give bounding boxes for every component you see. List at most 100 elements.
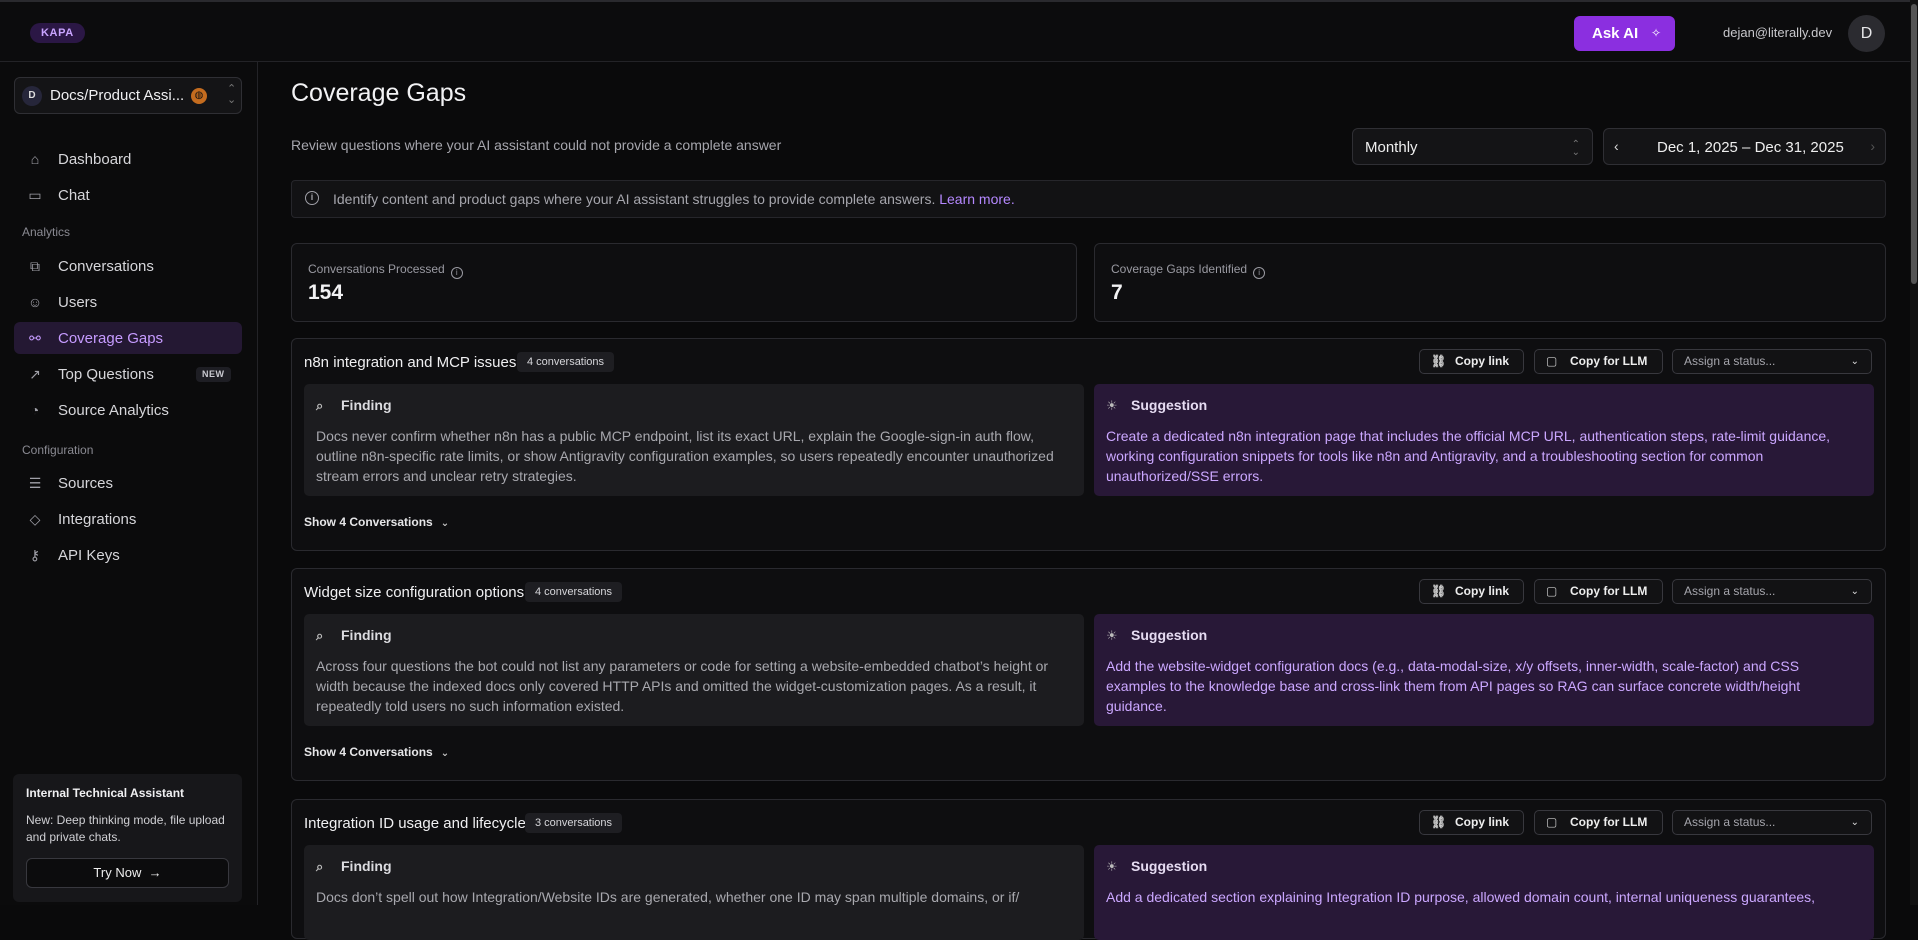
chevron-right-icon[interactable]: › [1870,138,1875,154]
arrow-right-icon: → [144,865,162,880]
stat-card-coverage-gaps: Coverage Gaps Identified i 7 [1094,243,1886,322]
page-title: Coverage Gaps [291,79,467,107]
database-icon: ☰ [28,475,42,491]
sidebar-item-label: Coverage Gaps [58,330,164,347]
promo-card: Internal Technical Assistant New: Deep t… [13,774,242,902]
globe-icon: ◍ [191,88,207,104]
user-avatar[interactable]: D [1848,15,1885,52]
copy-link-button[interactable]: ⛓ Copy link [1419,349,1524,374]
gap-title: Integration ID usage and lifecycle [304,815,526,832]
info-icon: i [305,191,319,205]
kapa-logo[interactable]: KAPA [30,23,85,43]
suggestion-panel: ☀ Suggestion Add the website-widget confi… [1094,614,1874,726]
finding-text: Across four questions the bot could not … [316,658,1049,714]
new-badge: NEW [196,367,231,382]
trending-icon: ↗ [29,366,41,382]
scrollbar-thumb[interactable] [1911,4,1917,284]
gap-card: Integration ID usage and lifecycle 3 con… [291,799,1886,940]
learn-more-link[interactable]: Learn more. [939,191,1014,207]
lightbulb-icon: ☀ [1106,398,1118,413]
date-range-picker[interactable]: ‹ Dec 1, 2025 – Dec 31, 2025 › [1603,128,1886,165]
suggestion-text: Add a dedicated section explaining Integ… [1106,889,1816,905]
pie-chart-icon: ◔ [30,402,40,418]
chevron-down-icon: ⌄ [1850,586,1859,597]
status-select[interactable]: Assign a status... ⌄ [1672,810,1872,835]
gap-card: n8n integration and MCP issues 4 convers… [291,338,1886,551]
clipboard-icon: ▢ [1546,815,1558,829]
info-icon[interactable]: i [1253,267,1266,279]
copy-for-llm-button[interactable]: ▢ Copy for LLM [1534,579,1663,604]
coverage-gaps-icon: ⚯ [29,330,41,346]
clipboard-icon: ▢ [1546,584,1558,598]
sidebar-item-source-analytics[interactable]: ◔ Source Analytics [14,394,242,426]
project-selector[interactable]: D Docs/Product Assi... ◍ ⌃ ⌄ [14,77,242,114]
search-icon: ⌕ [316,398,324,413]
lightbulb-icon: ☀ [1106,628,1118,643]
sidebar-item-label: Chat [58,187,90,204]
copy-link-button[interactable]: ⛓ Copy link [1419,810,1524,835]
sidebar-item-label: API Keys [58,547,120,564]
sidebar-item-coverage-gaps[interactable]: ⚯ Coverage Gaps [14,322,242,354]
sparkle-icon: ✧ [1650,26,1661,40]
link-icon: ⛓ [1431,584,1447,598]
sidebar-item-label: Sources [58,475,114,492]
suggestion-text: Add the website-widget configuration doc… [1106,658,1801,714]
status-select[interactable]: Assign a status... ⌄ [1672,579,1872,604]
plug-icon: ◇ [29,511,41,527]
finding-panel: ⌕ Finding Docs don’t spell out how Integr… [304,845,1084,940]
lightbulb-icon: ☀ [1106,859,1118,874]
link-icon: ⛓ [1431,354,1447,368]
users-icon: ☺ [27,294,43,310]
sidebar-item-users[interactable]: ☺ Users [14,286,242,318]
show-conversations-toggle[interactable]: Show 4 Conversations ⌄ [304,515,449,529]
show-conversations-toggle[interactable]: Show 4 Conversations ⌄ [304,745,449,759]
scrollbar[interactable] [1910,0,1918,905]
section-label-configuration: Configuration [22,443,94,457]
copy-link-button[interactable]: ⛓ Copy link [1419,579,1524,604]
chevron-left-icon[interactable]: ‹ [1614,138,1619,154]
info-text: Identify content and product gaps where … [333,191,936,207]
main-content: Coverage Gaps Review questions where you… [259,62,1910,940]
stat-card-conversations-processed: Conversations Processed i 154 [291,243,1077,322]
gap-title: Widget size configuration options [304,584,525,601]
gap-title: n8n integration and MCP issues [304,354,517,371]
promo-text: New: Deep thinking mode, file upload and… [26,813,225,844]
page-subtitle: Review questions where your AI assistant… [291,137,782,153]
sidebar-item-sources[interactable]: ☰ Sources [14,467,242,499]
suggestion-panel: ☀ Suggestion Add a dedicated section expl… [1094,845,1874,940]
status-select[interactable]: Assign a status... ⌄ [1672,349,1872,374]
info-icon[interactable]: i [450,267,463,279]
stat-label: Coverage Gaps Identified [1111,262,1248,276]
period-select[interactable]: Monthly ⌃ ⌄ [1352,128,1593,165]
user-email: dejan@literally.dev [1723,25,1833,40]
project-name: Docs/Product Assi... [50,87,185,104]
finding-text: Docs never confirm whether n8n has a pub… [316,428,1054,484]
key-icon: ⚷ [29,547,41,563]
stat-value: 154 [308,281,344,304]
clipboard-icon: ▢ [1546,354,1558,368]
sidebar-item-label: Users [58,294,98,311]
ask-ai-button[interactable]: Ask AI ✧ [1574,16,1675,51]
sidebar-item-chat[interactable]: ▭ Chat [14,179,242,211]
finding-panel: ⌕ Finding Across four questions the bot c… [304,614,1084,726]
sidebar-item-dashboard[interactable]: ⌂ Dashboard [14,143,242,175]
sidebar-item-conversations[interactable]: ⧉ Conversations [14,250,242,282]
sidebar-item-label: Dashboard [58,151,132,168]
sidebar: D Docs/Product Assi... ◍ ⌃ ⌄ ⌂ Dashboard … [0,62,258,905]
finding-panel: ⌕ Finding Docs never confirm whether n8n … [304,384,1084,496]
home-icon: ⌂ [30,151,40,167]
ask-ai-label: Ask AI [1592,25,1639,42]
copy-for-llm-button[interactable]: ▢ Copy for LLM [1534,810,1663,835]
sidebar-item-api-keys[interactable]: ⚷ API Keys [14,539,242,571]
finding-text: Docs don’t spell out how Integration/Web… [316,889,1020,905]
chevron-up-down-icon: ⌃ ⌄ [227,83,237,106]
sidebar-item-integrations[interactable]: ◇ Integrations [14,503,242,535]
conversation-count-badge: 3 conversations [525,813,623,833]
copy-for-llm-button[interactable]: ▢ Copy for LLM [1534,349,1663,374]
try-now-button[interactable]: Try Now → [26,858,229,888]
suggestion-panel: ☀ Suggestion Create a dedicated n8n integ… [1094,384,1874,496]
top-bar: KAPA Ask AI ✧ dejan@literally.dev D [0,0,1918,62]
section-label-analytics: Analytics [22,225,71,239]
stat-label: Conversations Processed [308,262,445,276]
sidebar-item-top-questions[interactable]: ↗ Top Questions NEW [14,358,242,390]
